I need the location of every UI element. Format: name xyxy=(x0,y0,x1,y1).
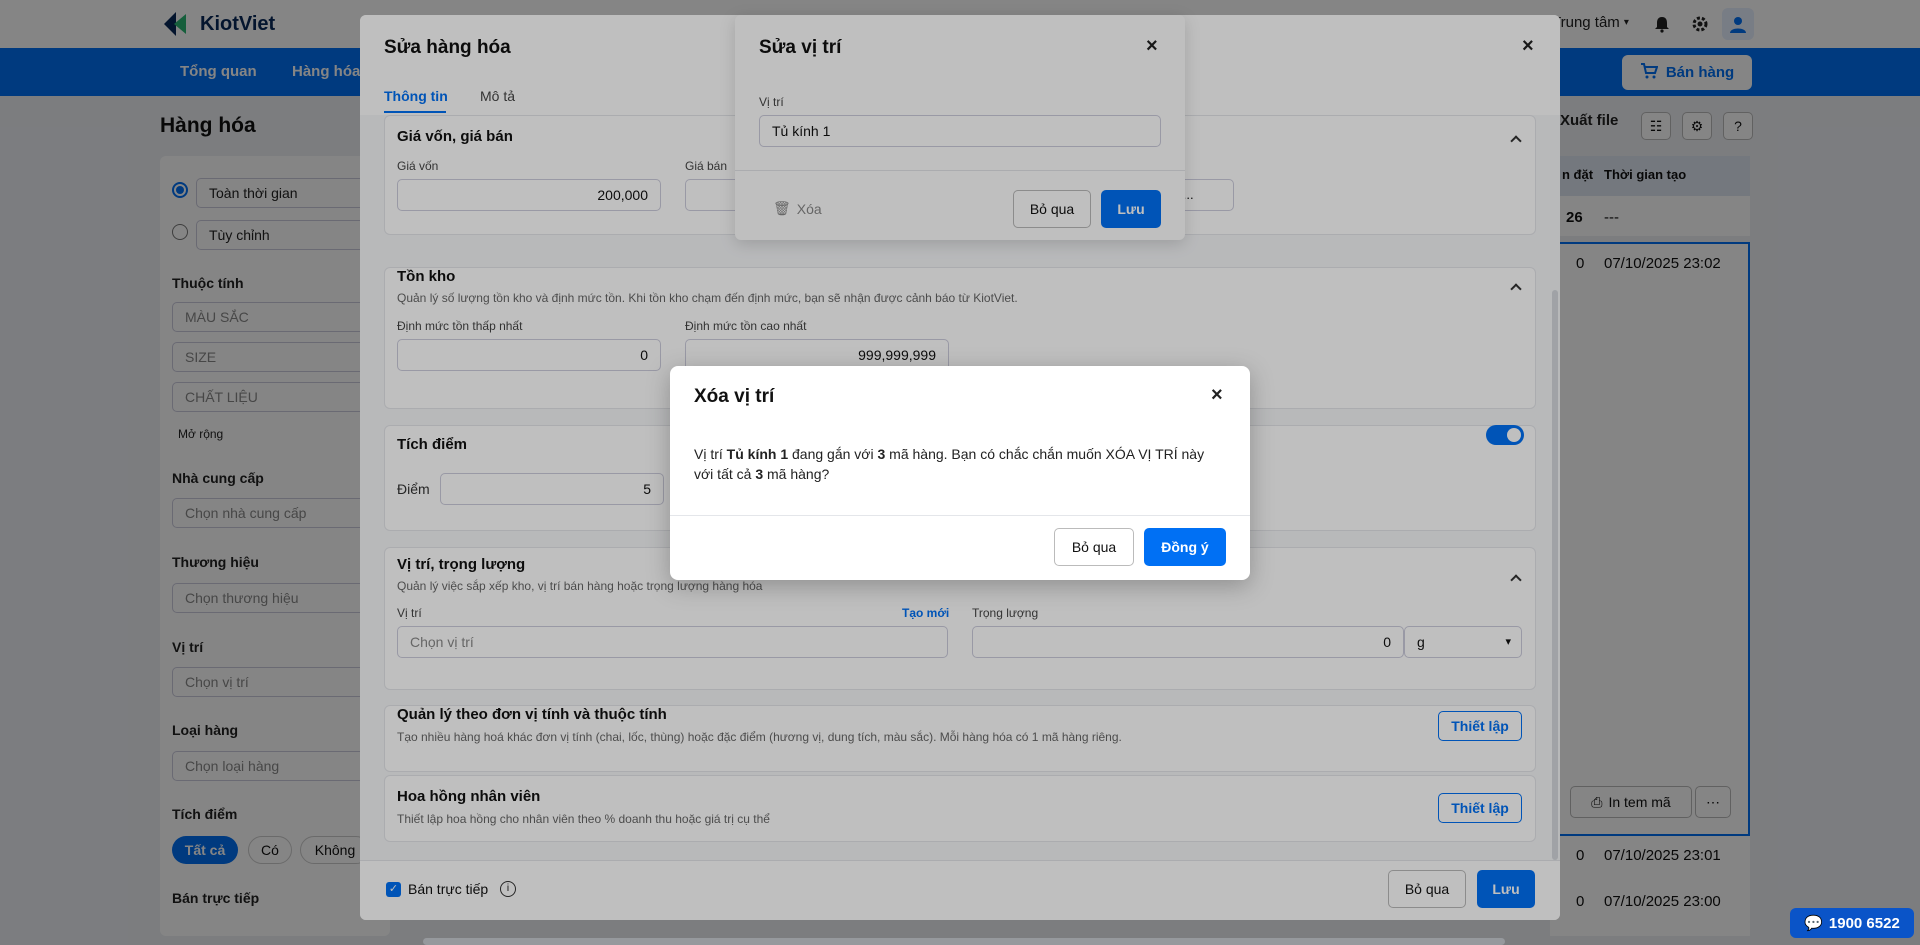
divider xyxy=(670,515,1250,516)
msg-location-name: Tủ kính 1 xyxy=(726,446,789,462)
delete-confirm-button[interactable]: Đồng ý xyxy=(1144,528,1226,566)
msg-count: 3 xyxy=(755,466,764,482)
msg-part: Vị trí xyxy=(694,446,727,462)
support-hotline-button[interactable]: 💬 1900 6522 xyxy=(1790,908,1914,938)
chat-icon: 💬 xyxy=(1804,915,1823,932)
delete-dialog-message: Vị trí Tủ kính 1 đang gắn với 3 mã hàng.… xyxy=(694,444,1224,484)
msg-part: đang gắn với xyxy=(788,446,878,462)
support-phone: 1900 6522 xyxy=(1828,914,1900,932)
delete-dialog-title: Xóa vị trí xyxy=(694,386,775,407)
close-icon[interactable]: × xyxy=(1211,384,1223,407)
msg-part: mã hàng? xyxy=(763,466,830,482)
delete-cancel-button[interactable]: Bỏ qua xyxy=(1054,528,1134,566)
delete-location-dialog: Xóa vị trí × Vị trí Tủ kính 1 đang gắn v… xyxy=(670,366,1250,580)
